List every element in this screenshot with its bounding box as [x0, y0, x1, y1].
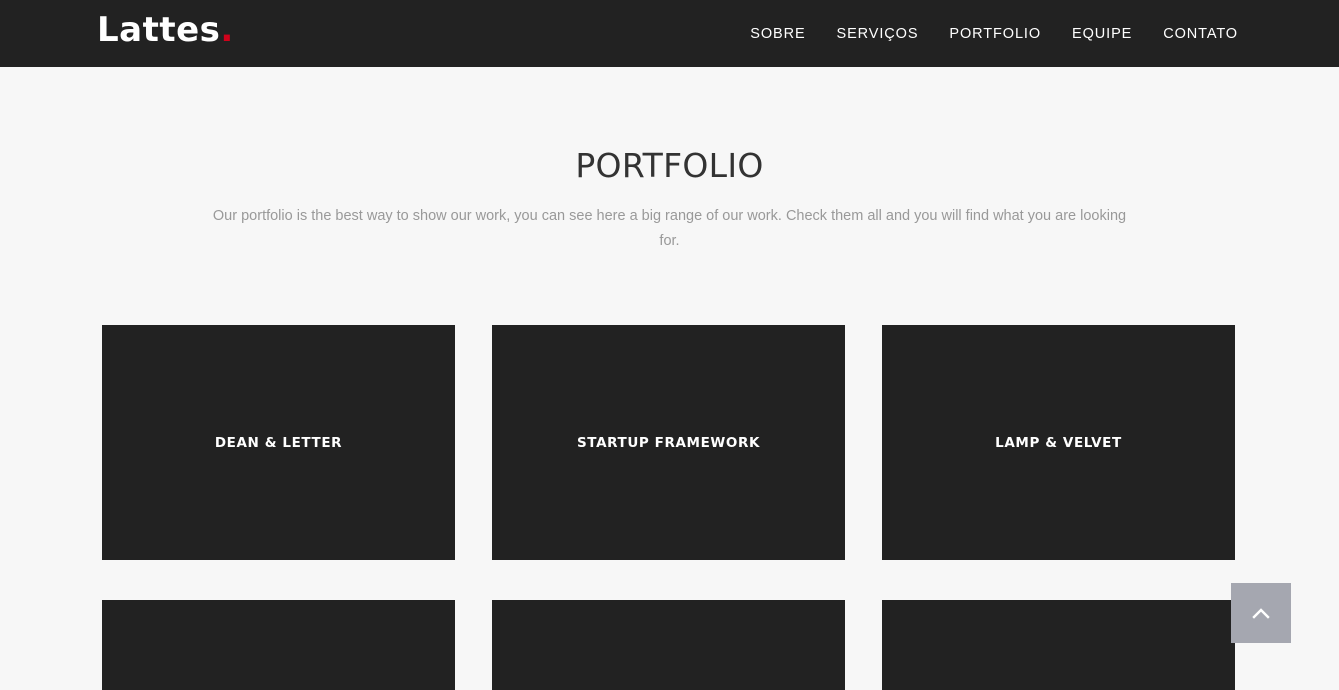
portfolio-item-dean-letter[interactable]: DEAN & LETTER: [102, 325, 455, 560]
nav-link-contato[interactable]: CONTATO: [1163, 24, 1238, 44]
portfolio-item-lamp-velvet[interactable]: LAMP & VELVET: [882, 325, 1235, 560]
section-title: PORTFOLIO: [575, 146, 764, 185]
section-description: Our portfolio is the best way to show ou…: [212, 208, 1127, 249]
nav-link-servicos[interactable]: SERVIÇOS: [837, 24, 919, 44]
brand-name: Lattes: [97, 10, 221, 50]
portfolio-item-6[interactable]: [882, 600, 1235, 690]
nav-link-portfolio[interactable]: PORTFOLIO: [949, 24, 1041, 44]
nav-link-sobre[interactable]: SOBRE: [750, 24, 805, 44]
portfolio-item-startup-framework[interactable]: STARTUP FRAMEWORK: [492, 325, 845, 560]
navbar: Lattes. SOBRE SERVIÇOS PORTFOLIO EQUIPE …: [0, 0, 1339, 67]
nav-link-equipe[interactable]: EQUIPE: [1072, 24, 1132, 44]
portfolio-item-5[interactable]: [492, 600, 845, 690]
nav-menu: SOBRE SERVIÇOS PORTFOLIO EQUIPE CONTATO: [719, 0, 1238, 67]
back-to-top-button[interactable]: [1231, 583, 1291, 643]
brand-dot: .: [220, 10, 234, 50]
brand-logo[interactable]: Lattes.: [97, 8, 234, 52]
chevron-up-icon: [1252, 608, 1270, 619]
portfolio-caption: LAMP & VELVET: [995, 434, 1122, 451]
portfolio-caption: STARTUP FRAMEWORK: [576, 434, 761, 451]
portfolio-item-4[interactable]: [102, 600, 455, 690]
portfolio-caption: DEAN & LETTER: [214, 434, 343, 451]
